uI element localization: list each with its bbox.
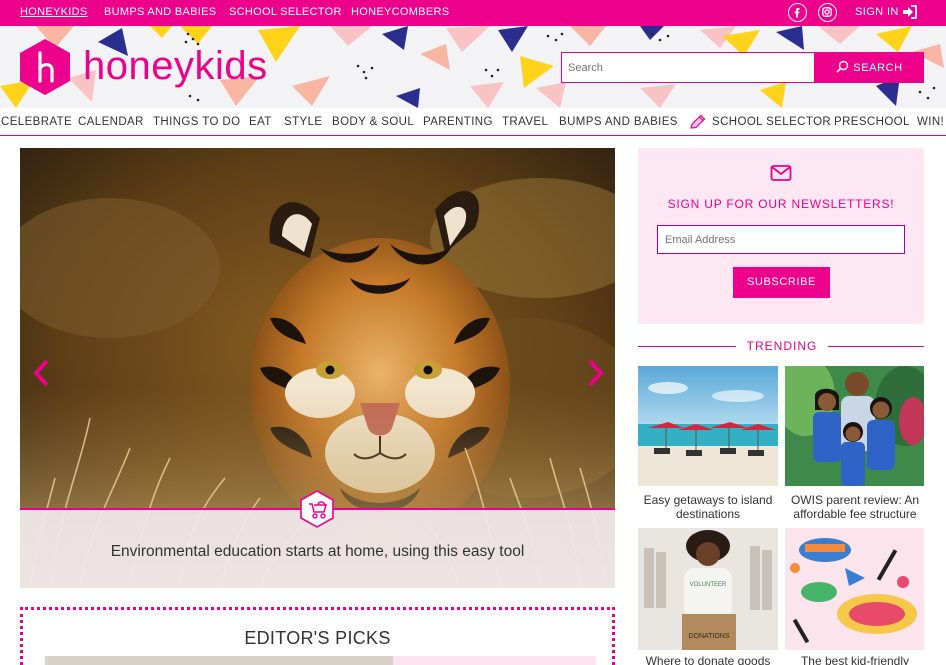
topbar-link-honeycombers[interactable]: HONEYCOMBERS [351,6,449,18]
site-header: honeykids SEARCH [0,26,946,108]
nav-item-style[interactable]: STYLE [284,116,322,128]
trending-caption[interactable]: Where to donate goods [638,654,778,665]
top-bar: HONEYKIDS BUMPS AND BABIES SCHOOL SELECT… [0,0,946,26]
editors-picks: EDITOR'S PICKS [20,607,615,665]
main-nav: CELEBRATE CALENDAR THINGS TO DO EAT STYL… [0,108,946,136]
search-input[interactable] [561,52,815,83]
nav-item-celebrate[interactable]: CELEBRATE [1,116,72,128]
topbar-link-honeykids[interactable]: HONEYKIDS [20,6,88,18]
nav-item-eat[interactable]: EAT [249,116,272,128]
mail-icon [770,164,792,187]
trending-title: TRENDING [746,339,818,353]
editors-pick-image[interactable] [393,656,596,665]
nav-item-school-selector[interactable]: SCHOOL SELECTOR [712,116,831,128]
facebook-icon[interactable] [788,3,807,22]
trending-caption[interactable]: OWIS parent review: An affordable fee st… [785,493,925,521]
nav-item-bumps-and-babies[interactable]: BUMPS AND BABIES [559,116,678,128]
search-icon [836,60,849,76]
topbar-link-school-selector[interactable]: SCHOOL SELECTOR [229,6,342,18]
trending-image-family[interactable] [785,366,924,486]
newsletter-box: SIGN UP FOR OUR NEWSLETTERS! SUBSCRIBE [638,148,924,324]
email-field[interactable] [657,225,905,254]
trending-caption[interactable]: The best kid-friendly [785,654,925,665]
nav-item-preschool[interactable]: PRESCHOOL [834,116,910,128]
nav-item-body-soul[interactable]: BODY & SOUL [332,116,414,128]
nav-item-parenting[interactable]: PARENTING [423,116,493,128]
trending-image-beach[interactable] [638,366,778,486]
search-button[interactable]: SEARCH [815,52,924,83]
search-button-label: SEARCH [853,61,903,74]
hero-slider[interactable]: Environmental education starts at home, … [20,148,615,588]
editors-pick-image[interactable] [45,656,393,665]
editors-picks-title: EDITOR'S PICKS [244,628,391,648]
nav-item-win[interactable]: WIN! [917,116,944,128]
nav-item-things-to-do[interactable]: THINGS TO DO [153,116,240,128]
svg-text:DONATIONS: DONATIONS [688,633,729,640]
logo-icon[interactable] [20,39,70,100]
stroller-icon [300,490,334,533]
chevron-left-icon[interactable] [32,358,52,388]
chevron-right-icon[interactable] [585,358,605,388]
hero-caption[interactable]: Environmental education starts at home, … [20,543,615,561]
pencil-icon [689,114,707,135]
signin-link[interactable]: SIGN IN [855,6,899,18]
topbar-link-bumps-and-babies[interactable]: BUMPS AND BABIES [104,6,216,18]
signin-icon[interactable] [902,4,918,25]
nav-item-calendar[interactable]: CALENDAR [78,116,144,128]
nav-item-travel[interactable]: TRAVEL [502,116,548,128]
trending-divider [828,346,924,347]
instagram-icon[interactable] [818,3,837,22]
trending-image-donations[interactable]: VOLUNTEER DONATIONS [638,528,778,650]
trending-caption[interactable]: Easy getaways to island destinations [638,493,778,521]
subscribe-button[interactable]: SUBSCRIBE [733,267,830,298]
trending-image-food[interactable] [785,528,924,650]
svg-text:VOLUNTEER: VOLUNTEER [690,582,727,588]
newsletter-title: SIGN UP FOR OUR NEWSLETTERS! [667,197,895,211]
trending-divider [638,346,736,347]
logo-text[interactable]: honeykids [83,44,268,89]
